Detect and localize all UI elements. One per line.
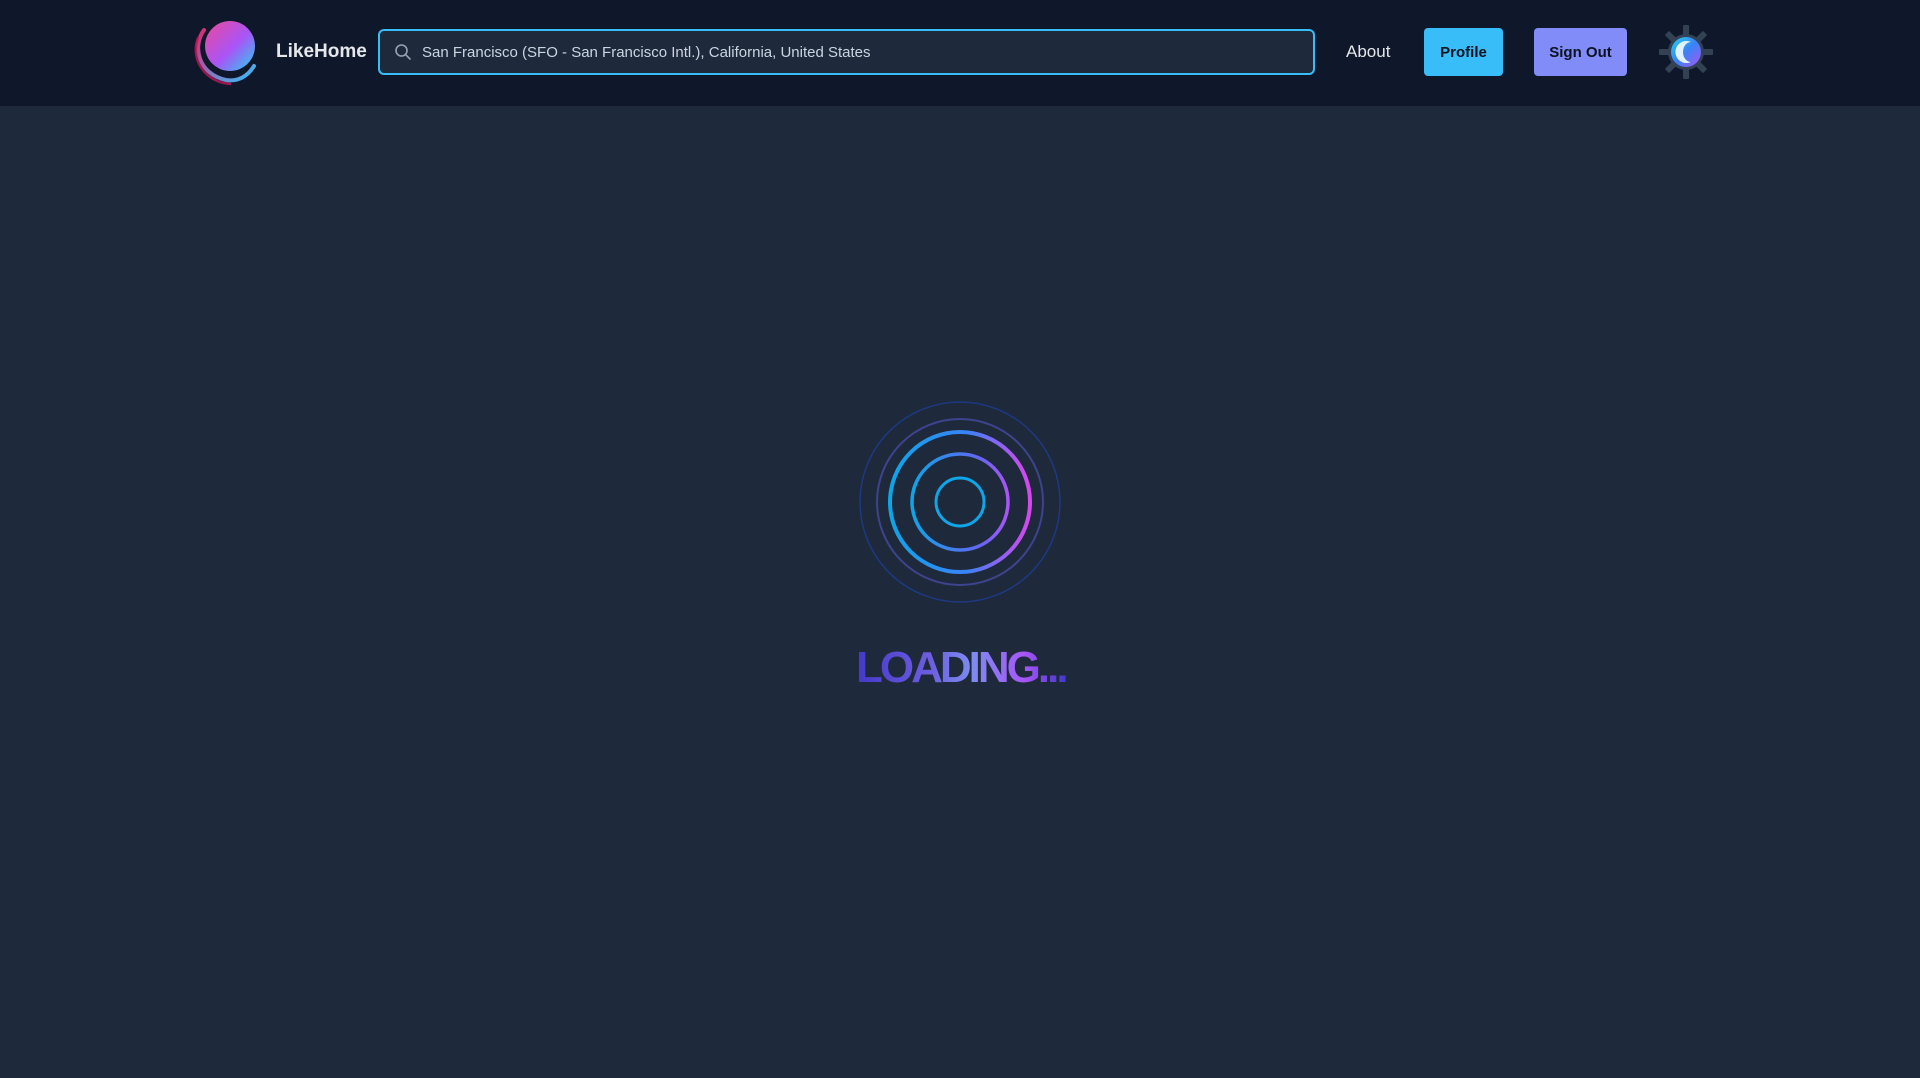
profile-button[interactable]: Profile xyxy=(1424,28,1503,76)
about-link[interactable]: About xyxy=(1346,38,1390,66)
loading-spinner xyxy=(859,401,1061,603)
loading-label: LOADING... xyxy=(856,640,1069,696)
top-navbar: LikeHome About Profile Sign Out xyxy=(0,0,1920,106)
gear-icon[interactable] xyxy=(1658,24,1714,80)
search-box[interactable] xyxy=(378,29,1315,75)
sign-out-button[interactable]: Sign Out xyxy=(1534,28,1627,76)
search-input[interactable] xyxy=(418,31,1298,73)
brand-name[interactable]: LikeHome xyxy=(276,38,367,66)
search-icon xyxy=(395,44,411,60)
likehome-logo[interactable] xyxy=(190,18,260,86)
